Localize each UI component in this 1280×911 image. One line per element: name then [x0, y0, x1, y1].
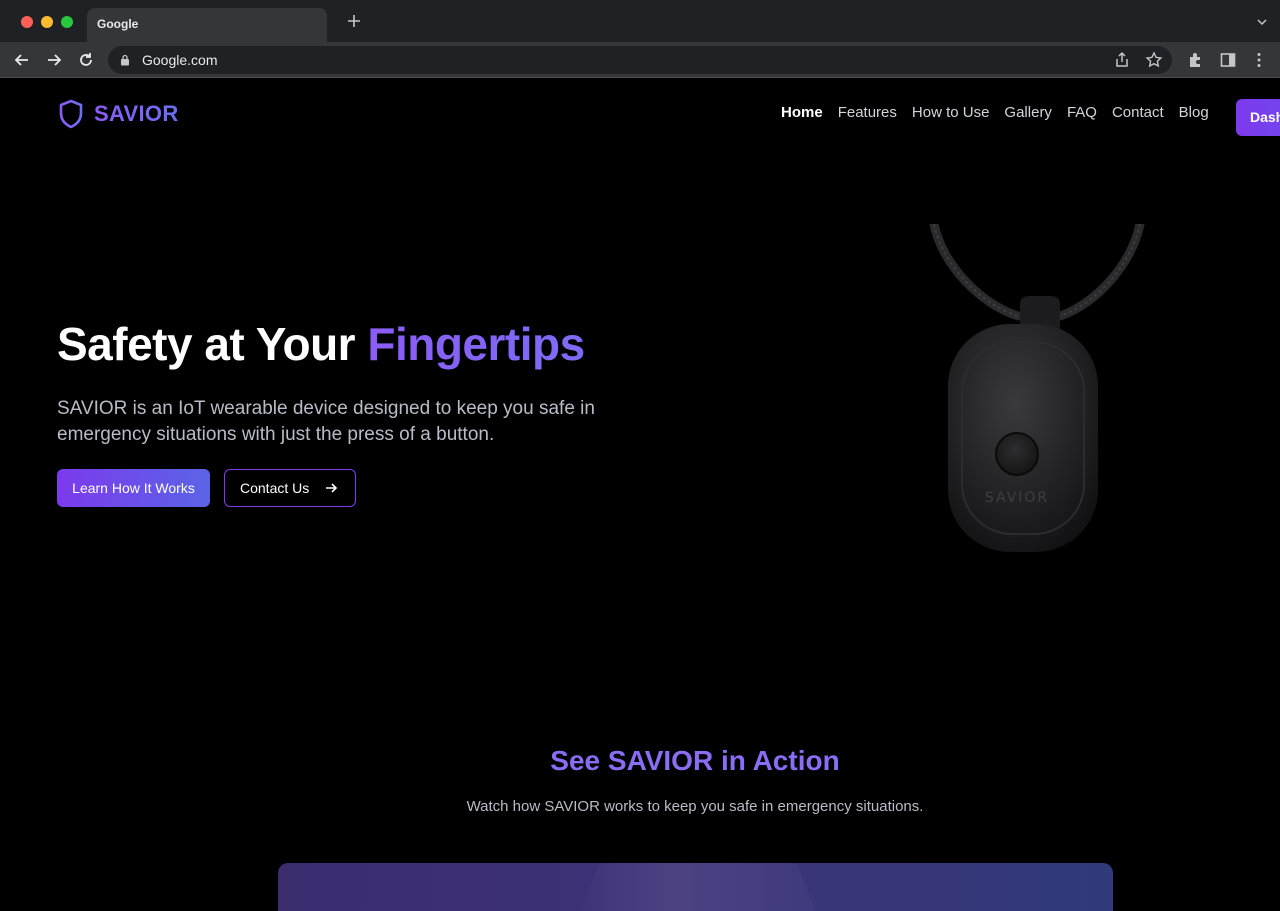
section-subtitle: Watch how SAVIOR works to keep you safe … — [466, 798, 924, 815]
video-player[interactable] — [278, 863, 1113, 911]
main-nav: Home Features How to Use Gallery FAQ Con… — [781, 104, 1209, 121]
bookmark-star-icon[interactable] — [1145, 51, 1163, 69]
maximize-window-button[interactable] — [61, 16, 73, 28]
close-window-button[interactable] — [21, 16, 33, 28]
section-title: See SAVIOR in Action — [550, 745, 840, 776]
side-panel-icon[interactable] — [1219, 51, 1237, 69]
chevron-down-icon[interactable] — [1256, 16, 1268, 28]
back-icon[interactable] — [12, 50, 32, 70]
dashboard-button[interactable]: Dashboard — [1236, 99, 1280, 136]
hero-title-accent: Fingertips — [367, 318, 585, 370]
tab-title: Google — [97, 17, 139, 31]
hero-title: Safety at Your Fingertips — [57, 317, 585, 371]
extensions-icon[interactable] — [1187, 51, 1205, 69]
nav-home[interactable]: Home — [781, 104, 823, 121]
reload-icon[interactable] — [76, 50, 96, 70]
nav-gallery[interactable]: Gallery — [1004, 104, 1052, 121]
arrow-right-icon — [326, 483, 338, 493]
web-page: SAVIOR Home Features How to Use Gallery … — [0, 79, 1280, 911]
plus-icon — [348, 15, 360, 27]
shield-icon — [59, 99, 83, 129]
share-icon[interactable] — [1113, 51, 1131, 69]
nav-faq[interactable]: FAQ — [1067, 104, 1097, 121]
more-menu-icon[interactable] — [1250, 51, 1268, 69]
nav-features[interactable]: Features — [838, 104, 897, 121]
new-tab-button[interactable] — [344, 11, 364, 31]
contact-us-label: Contact Us — [240, 480, 310, 496]
browser-tab[interactable]: Google — [87, 8, 327, 42]
forward-icon[interactable] — [44, 50, 64, 70]
lock-icon — [121, 54, 129, 66]
browser-toolbar: Google.com — [0, 42, 1280, 78]
minimize-window-button[interactable] — [41, 16, 53, 28]
device-label: SAVIOR — [985, 490, 1049, 506]
browser-tab-strip: Google — [0, 0, 1280, 42]
nav-how-to-use[interactable]: How to Use — [912, 104, 990, 121]
contact-us-button[interactable]: Contact Us — [224, 469, 356, 507]
nav-blog[interactable]: Blog — [1179, 104, 1209, 121]
video-thumbnail — [568, 863, 828, 911]
hero-title-main: Safety at Your — [57, 318, 368, 370]
site-logo[interactable]: SAVIOR — [58, 99, 179, 129]
url-text: Google.com — [142, 52, 218, 68]
address-bar[interactable]: Google.com — [108, 46, 1172, 74]
savior-device-image: SAVIOR — [929, 224, 1145, 552]
learn-how-it-works-button[interactable]: Learn How It Works — [57, 469, 210, 507]
hero-subtitle: SAVIOR is an IoT wearable device designe… — [57, 398, 595, 445]
nav-contact[interactable]: Contact — [1112, 104, 1164, 121]
logo-text: SAVIOR — [94, 101, 179, 126]
